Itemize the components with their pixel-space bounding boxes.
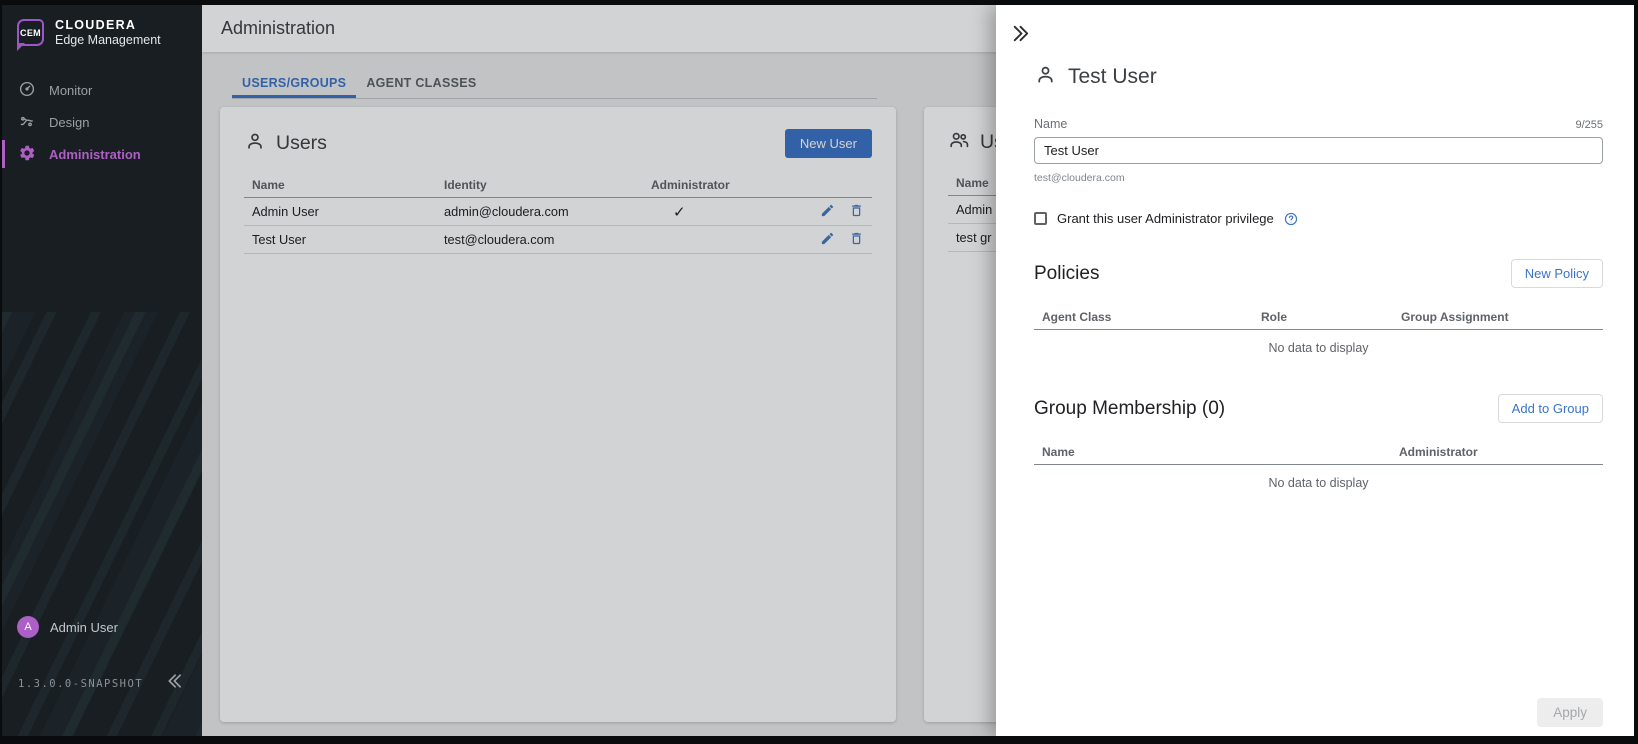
sidebar-item-label: Monitor: [49, 83, 92, 98]
policies-section-header: Policies New Policy: [1034, 259, 1603, 288]
gear-icon: [18, 144, 36, 165]
app-window: CEM CLOUDERA Edge Management Monitor: [2, 5, 1634, 736]
brand-name: CLOUDERA: [55, 18, 161, 32]
sidebar: CEM CLOUDERA Edge Management Monitor: [2, 5, 202, 736]
add-to-group-button[interactable]: Add to Group: [1498, 394, 1603, 423]
group-membership-empty-state: No data to display: [1034, 465, 1603, 496]
drawer-title: Test User: [1068, 65, 1157, 89]
sidebar-item-design[interactable]: Design: [2, 106, 202, 138]
sidebar-item-administration[interactable]: Administration: [2, 138, 202, 170]
apply-button[interactable]: Apply: [1537, 698, 1603, 727]
sidebar-item-monitor[interactable]: Monitor: [2, 74, 202, 106]
avatar: A: [17, 616, 39, 638]
sidebar-footer: A Admin User 1.3.0.0-SNAPSHOT: [2, 616, 202, 736]
current-user[interactable]: A Admin User: [2, 616, 202, 638]
policies-table-header: Agent Class Role Group Assignment: [1034, 304, 1603, 330]
policies-title: Policies: [1034, 263, 1099, 285]
policies-table: Agent Class Role Group Assignment No dat…: [1034, 304, 1603, 361]
version-row: 1.3.0.0-SNAPSHOT: [2, 671, 202, 696]
sidebar-item-label: Administration: [49, 147, 141, 162]
name-field-labels: Name 9/255: [1034, 117, 1603, 131]
cem-logo-icon: CEM: [17, 19, 44, 46]
brand-block: CLOUDERA Edge Management: [55, 18, 161, 47]
name-field-label: Name: [1034, 117, 1067, 131]
group-membership-table-header: Name Administrator: [1034, 439, 1603, 465]
policies-empty-state: No data to display: [1034, 330, 1603, 361]
char-counter: 9/255: [1575, 119, 1603, 131]
admin-privilege-checkbox[interactable]: [1034, 212, 1047, 225]
new-policy-button[interactable]: New Policy: [1511, 259, 1603, 288]
user-detail-drawer: Test User Name 9/255 test@cloudera.com G…: [996, 5, 1634, 736]
drawer-header: Test User: [1034, 63, 1603, 91]
double-chevron-left-icon[interactable]: [166, 671, 186, 696]
column-agent-class: Agent Class: [1034, 310, 1253, 324]
double-chevron-right-icon[interactable]: [1009, 22, 1032, 50]
admin-privilege-label: Grant this user Administrator privilege: [1057, 211, 1274, 226]
group-membership-title: Group Membership (0): [1034, 398, 1225, 420]
product-name: Edge Management: [55, 33, 161, 47]
column-administrator: Administrator: [1391, 445, 1603, 459]
name-input[interactable]: [1034, 137, 1603, 164]
column-role: Role: [1253, 310, 1393, 324]
logo-acronym: CEM: [20, 28, 41, 38]
app-logo: CEM CLOUDERA Edge Management: [2, 5, 202, 47]
current-user-name: Admin User: [50, 620, 118, 635]
group-membership-section-header: Group Membership (0) Add to Group: [1034, 394, 1603, 423]
identity-helper-text: test@cloudera.com: [1034, 172, 1603, 184]
sidebar-nav: Monitor Design Administr: [2, 74, 202, 170]
design-flow-icon: [18, 112, 36, 133]
version-label: 1.3.0.0-SNAPSHOT: [18, 678, 143, 690]
admin-privilege-row: Grant this user Administrator privilege: [1034, 211, 1603, 226]
sidebar-item-label: Design: [49, 115, 89, 130]
gauge-icon: [18, 80, 36, 101]
help-circle-icon[interactable]: [1284, 212, 1298, 226]
group-membership-table: Name Administrator No data to display: [1034, 439, 1603, 496]
column-name: Name: [1034, 445, 1391, 459]
column-group-assignment: Group Assignment: [1393, 310, 1603, 324]
person-icon: [1034, 63, 1057, 91]
